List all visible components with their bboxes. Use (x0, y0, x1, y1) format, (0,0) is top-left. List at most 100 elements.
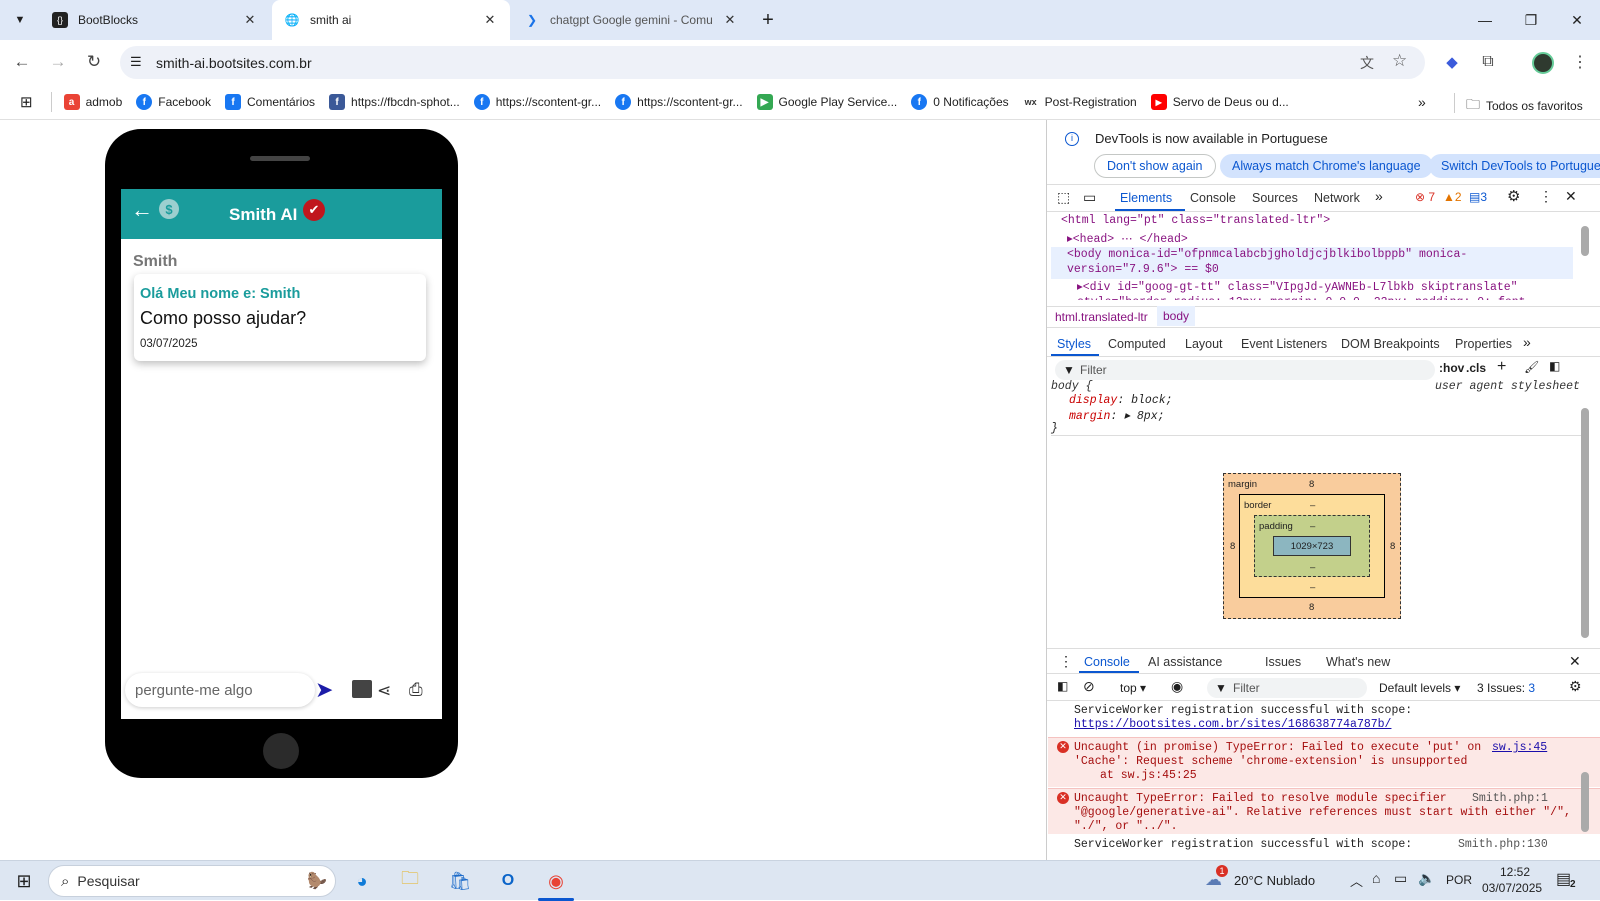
outlook-icon[interactable]: O (494, 867, 522, 895)
breadcrumb-body[interactable]: body (1157, 306, 1196, 326)
cls-button[interactable]: .cls (1466, 361, 1486, 375)
close-devtools-icon[interactable]: ✕ (1565, 188, 1577, 205)
address-bar[interactable]: ☰ smith-ai.bootsites.com.br 文 ☆ (120, 46, 1425, 79)
reload-button[interactable]: ↻ (80, 48, 108, 76)
drawer-tab-ai-assistance[interactable]: AI assistance (1148, 655, 1222, 669)
bookmark-item[interactable]: f https://scontent-gr... (473, 94, 601, 110)
more-bookmarks-icon[interactable]: » (1418, 94, 1426, 110)
taskbar-search[interactable]: ⌕ Pesquisar 🦫 (48, 865, 336, 897)
apps-grid-icon[interactable]: ⊞ (20, 93, 33, 111)
dom-node-html[interactable]: <html lang="pt" class="translated-ltr"> (1061, 214, 1330, 227)
drawer-tab-issues[interactable]: Issues (1265, 655, 1301, 669)
bookmark-item[interactable]: ▶ Servo de Deus ou d... (1150, 94, 1289, 110)
eye-icon[interactable]: ◉ (1171, 678, 1183, 695)
network-icon[interactable]: ▭ (1394, 870, 1407, 887)
tab-console[interactable]: Console (1190, 191, 1236, 205)
tab-event-listeners[interactable]: Event Listeners (1241, 337, 1327, 351)
error-count-icon[interactable]: ⊗ 7 (1415, 190, 1435, 204)
close-tab-icon[interactable]: ✕ (482, 12, 498, 28)
restore-button[interactable]: ❐ (1508, 0, 1554, 40)
more-tabs-icon[interactable]: » (1375, 188, 1383, 204)
chat-input[interactable]: pergunte-me algo (125, 673, 315, 707)
translate-icon[interactable]: 文 (1360, 53, 1374, 73)
extensions-puzzle-icon[interactable]: ⧉ (1474, 48, 1502, 76)
drawer-menu-icon[interactable]: ⋮ (1059, 653, 1073, 670)
tab-bootblocks[interactable]: {} BootBlocks ✕ (40, 0, 270, 40)
info-count-icon[interactable]: ▤3 (1469, 190, 1487, 204)
tab-sources[interactable]: Sources (1252, 191, 1298, 205)
devtools-menu-icon[interactable]: ⋮ (1539, 188, 1553, 205)
dont-show-again-button[interactable]: Don't show again (1094, 154, 1216, 178)
device-toolbar-icon[interactable]: ▭ (1083, 189, 1096, 206)
bookmark-item[interactable]: a admob (63, 94, 122, 110)
bookmark-item[interactable]: wx Post-Registration (1022, 94, 1137, 110)
store-icon[interactable]: 🛍 (446, 867, 474, 895)
bookmark-item[interactable]: ▶ Google Play Service... (756, 94, 897, 110)
clock-time[interactable]: 12:52 (1500, 865, 1530, 879)
bookmark-item[interactable]: f 0 Notificações (911, 94, 1009, 110)
close-tab-icon[interactable]: ✕ (242, 12, 258, 28)
hov-button[interactable]: :hov (1439, 361, 1464, 375)
dollar-icon[interactable]: $ (159, 199, 179, 219)
bookmark-item[interactable]: f https://fbcdn-sphot... (329, 94, 460, 110)
bookmark-star-icon[interactable]: ☆ (1392, 51, 1407, 71)
toggle-sidebar-icon[interactable]: ◧ (1549, 359, 1560, 373)
tab-properties[interactable]: Properties (1455, 337, 1512, 351)
log-source-link[interactable]: Smith.php:130 (1458, 838, 1548, 851)
log-link[interactable]: https://bootsites.com.br/sites/168638774… (1074, 718, 1391, 731)
bookmark-item[interactable]: f Facebook (136, 94, 211, 110)
close-tab-icon[interactable]: ✕ (722, 12, 738, 28)
console-filter-input[interactable] (1207, 678, 1367, 698)
tab-search-button[interactable]: ▼ (6, 6, 34, 34)
clear-console-icon[interactable]: ⊘ (1083, 678, 1095, 695)
paint-icon[interactable]: 🖌 (1524, 360, 1539, 374)
more-style-tabs-icon[interactable]: » (1523, 334, 1531, 350)
dom-node-head[interactable]: ▸<head> ⋯ </head> (1067, 231, 1188, 246)
language-indicator[interactable]: POR (1446, 873, 1472, 887)
warning-count-icon[interactable]: ▲2 (1443, 190, 1462, 204)
styles-filter-input[interactable] (1055, 360, 1435, 380)
styles-scrollbar[interactable] (1581, 408, 1589, 638)
share-icon[interactable]: ⋖ (377, 681, 391, 701)
image-icon[interactable] (352, 680, 372, 698)
notifications-icon[interactable]: ▤ (1556, 869, 1571, 889)
breadcrumb-html[interactable]: html.translated-ltr (1055, 310, 1148, 324)
minimize-button[interactable]: — (1462, 0, 1508, 40)
dom-node-div[interactable]: ▸<div id="goog-gt-tt" class="VIpgJd-yAWN… (1077, 280, 1573, 300)
sidebar-toggle-icon[interactable]: ◧ (1057, 679, 1068, 693)
issues-count[interactable]: 3 Issues: 3 (1477, 681, 1535, 695)
tab-computed[interactable]: Computed (1108, 337, 1166, 351)
console-settings-icon[interactable]: ⚙ (1569, 678, 1582, 695)
switch-devtools-button[interactable]: Switch DevTools to Portuguese (1429, 154, 1600, 178)
levels-select[interactable]: Default levels ▾ (1379, 681, 1460, 695)
tab-styles[interactable]: Styles (1057, 337, 1091, 351)
console-scrollbar[interactable] (1581, 772, 1589, 832)
avatar[interactable] (1532, 52, 1554, 74)
back-arrow-icon[interactable]: ← (131, 197, 153, 223)
dom-scrollbar[interactable] (1581, 226, 1589, 256)
tray-chevron-icon[interactable]: ︿ (1350, 871, 1363, 890)
tab-elements[interactable]: Elements (1120, 191, 1172, 205)
tab-network[interactable]: Network (1314, 191, 1360, 205)
clock-date[interactable]: 03/07/2025 (1482, 881, 1542, 895)
new-tab-button[interactable]: + (756, 8, 780, 32)
close-window-button[interactable]: ✕ (1554, 0, 1600, 40)
match-language-button[interactable]: Always match Chrome's language (1220, 154, 1433, 178)
print-icon[interactable]: ⎙ (409, 680, 423, 700)
all-bookmarks-button[interactable]: 🗀 Todos os favoritos (1466, 94, 1583, 118)
weather-text[interactable]: 20°C Nublado (1234, 873, 1315, 888)
context-select[interactable]: top ▾ (1120, 681, 1146, 695)
drawer-tab-console[interactable]: Console (1084, 655, 1130, 669)
inspect-element-icon[interactable]: ⬚ (1057, 189, 1070, 206)
new-rule-icon[interactable]: + (1497, 358, 1506, 376)
meet-icon[interactable]: ⌂ (1372, 870, 1380, 886)
close-drawer-icon[interactable]: ✕ (1569, 653, 1581, 670)
bookmark-item[interactable]: f https://scontent-gr... (615, 94, 743, 110)
forward-button[interactable]: → (44, 48, 72, 76)
error-source-link[interactable]: Smith.php:1 (1472, 792, 1548, 805)
send-icon[interactable]: ➤ (315, 677, 333, 703)
tab-smith-ai[interactable]: 🌐 smith ai ✕ (272, 0, 510, 40)
menu-kebab-icon[interactable]: ⋮ (1566, 48, 1594, 76)
bookmark-item[interactable]: f Comentários (224, 94, 315, 110)
dom-node-body[interactable]: <body monica-id="ofpnmcalabcbjgholdjcjbl… (1051, 247, 1573, 279)
